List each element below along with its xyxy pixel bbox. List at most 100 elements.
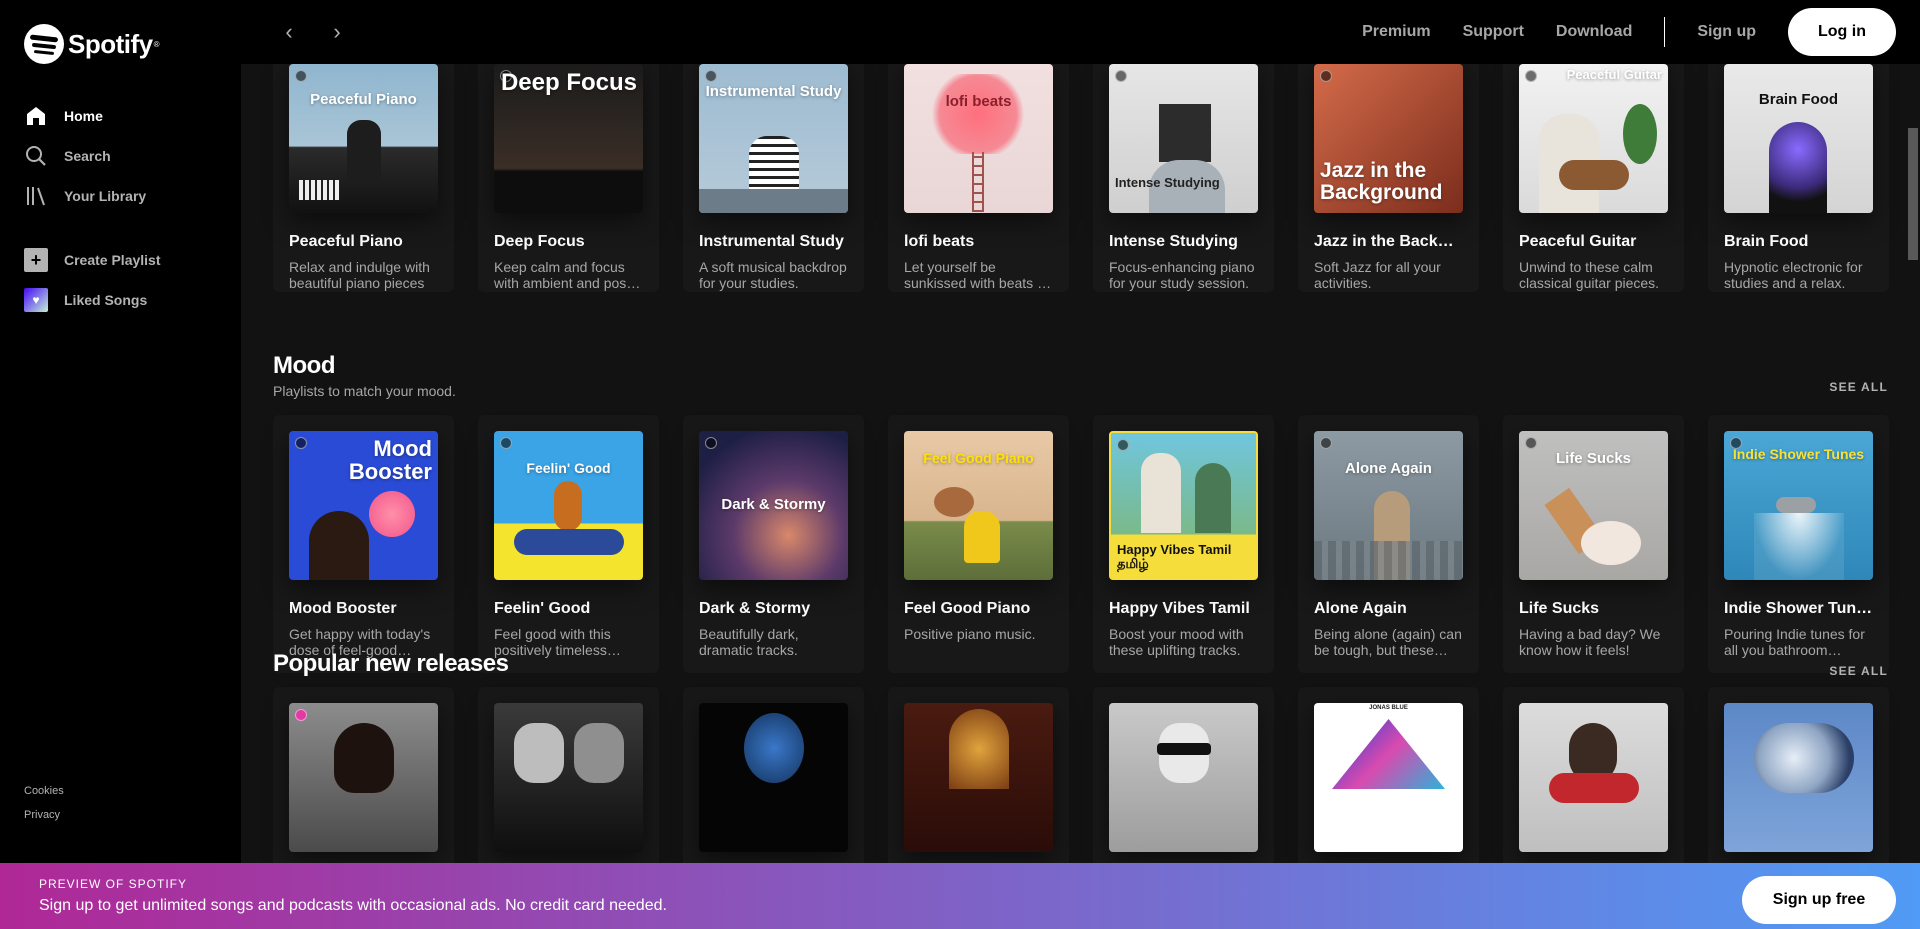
playlist-card[interactable]: Feelin' Good Feelin' Good Feel good with…: [478, 415, 659, 673]
album-card[interactable]: [1708, 687, 1889, 863]
card-title: Life Sucks: [1519, 600, 1600, 617]
spotify-badge-icon: [705, 437, 717, 449]
banner-kicker: Preview of Spotify: [39, 877, 188, 891]
playlist-card[interactable]: Brain Food Brain Food Hypnotic electroni…: [1708, 64, 1889, 292]
search-icon: [26, 146, 46, 166]
album-card[interactable]: [888, 687, 1069, 863]
cover-title: Deep Focus: [500, 69, 637, 96]
logo-trademark: ®: [153, 39, 160, 49]
preview-banner[interactable]: Preview of Spotify Sign up to get unlimi…: [0, 863, 1920, 929]
cover-title: Indie Shower Tunes: [1732, 446, 1865, 462]
spotify-logo[interactable]: Spotify ®: [24, 24, 160, 64]
premium-link[interactable]: Premium: [1362, 23, 1430, 41]
section-title-releases[interactable]: Popular new releases: [273, 650, 509, 678]
section-title-mood[interactable]: Mood: [273, 352, 335, 380]
privacy-link[interactable]: Privacy: [24, 809, 64, 821]
card-description: Positive piano music.: [904, 626, 1036, 642]
playlist-card[interactable]: Intense Studying Intense Studying Focus-…: [1093, 64, 1274, 292]
card-description: Let yourself be sunkissed with beats to …: [904, 259, 1049, 291]
playlist-card[interactable]: lofi beats lofi beats Let yourself be su…: [888, 64, 1069, 292]
playlist-cover: Feel Good Piano: [904, 431, 1053, 580]
playlist-cover: Peaceful Guitar: [1519, 64, 1668, 213]
playlist-card[interactable]: Peaceful Piano Peaceful Piano Relax and …: [273, 64, 454, 292]
card-description: Feel good with this positively timeless …: [494, 626, 611, 658]
back-button[interactable]: ‹: [273, 16, 305, 48]
login-button[interactable]: Log in: [1788, 8, 1896, 56]
cover-title: Mood Booster: [348, 436, 432, 485]
playlist-card[interactable]: Feel Good Piano Feel Good Piano Positive…: [888, 415, 1069, 673]
card-title: Happy Vibes Tamil: [1109, 600, 1250, 617]
main-scrollbar[interactable]: [1906, 64, 1920, 863]
library-icon: [27, 187, 45, 206]
top-bar: ‹ › Premium Support Download Sign up Log…: [241, 0, 1920, 64]
scrollbar-thumb[interactable]: [1908, 128, 1918, 260]
card-description: Being alone (again) can be tough, but th…: [1314, 626, 1462, 658]
card-title: Mood Booster: [289, 600, 397, 617]
sidebar-nav: Home Search Your Library + Create Playli…: [24, 96, 224, 320]
playlist-card[interactable]: Instrumental Study Instrumental Study A …: [683, 64, 864, 292]
releases-row: JONAS BLUE: [273, 687, 1913, 863]
card-description: Soft Jazz for all your activities.: [1314, 259, 1441, 291]
playlist-card[interactable]: Mood Booster Mood Booster Get happy with…: [273, 415, 454, 673]
cookies-link[interactable]: Cookies: [24, 785, 64, 797]
cover-title: Intense Studying: [1115, 175, 1220, 190]
spotify-badge-icon: [1320, 437, 1332, 449]
sidebar-item-label: Search: [64, 148, 111, 164]
sidebar-item-search[interactable]: Search: [24, 136, 224, 176]
section-subtitle-mood: Playlists to match your mood.: [273, 383, 456, 399]
signup-link[interactable]: Sign up: [1697, 23, 1756, 41]
playlist-card[interactable]: Life Sucks Life Sucks Having a bad day? …: [1503, 415, 1684, 673]
download-link[interactable]: Download: [1556, 23, 1632, 41]
support-link[interactable]: Support: [1463, 23, 1524, 41]
see-all-releases-link[interactable]: SEE ALL: [1829, 664, 1888, 678]
album-card[interactable]: JONAS BLUE: [1298, 687, 1479, 863]
sidebar-item-home[interactable]: Home: [24, 96, 224, 136]
signup-free-button[interactable]: Sign up free: [1742, 876, 1896, 924]
playlist-card[interactable]: Indie Shower Tunes Indie Shower Tunes Po…: [1708, 415, 1889, 673]
chevron-left-icon: ‹: [285, 19, 293, 44]
playlist-card[interactable]: Peaceful Guitar Peaceful Guitar Unwind t…: [1503, 64, 1684, 292]
top-nav: Premium Support Download Sign up Log in: [1330, 8, 1896, 56]
logo-text: Spotify: [68, 28, 153, 59]
chevron-right-icon: ›: [333, 19, 341, 44]
playlist-card[interactable]: Happy Vibes Tamil தமிழ் Happy Vibes Tami…: [1093, 415, 1274, 673]
create-playlist-label: Create Playlist: [64, 252, 161, 268]
focus-row: Peaceful Piano Peaceful Piano Relax and …: [273, 64, 1913, 292]
banner-text: Sign up to get unlimited songs and podca…: [39, 897, 667, 914]
playlist-cover: Indie Shower Tunes: [1724, 431, 1873, 580]
card-description: Focus-enhancing piano for your study ses…: [1109, 259, 1255, 291]
card-description: Pouring Indie tunes for all you bathroom…: [1724, 626, 1865, 658]
playlist-card[interactable]: Alone Again Alone Again Being alone (aga…: [1298, 415, 1479, 673]
card-title: Peaceful Piano: [289, 233, 403, 250]
album-card[interactable]: [1503, 687, 1684, 863]
card-description: Unwind to these calm classical guitar pi…: [1519, 259, 1660, 291]
see-all-mood-link[interactable]: SEE ALL: [1829, 380, 1888, 394]
playlist-cover: Mood Booster: [289, 431, 438, 580]
playlist-cover: Dark & Stormy: [699, 431, 848, 580]
card-title: Indie Shower Tunes: [1724, 600, 1873, 617]
cover-title: JONAS BLUE: [1369, 705, 1408, 711]
forward-button[interactable]: ›: [321, 16, 353, 48]
card-description: Relax and indulge with beautiful piano p…: [289, 259, 430, 291]
card-description: Beautifully dark, dramatic tracks.: [699, 626, 799, 658]
album-card[interactable]: [1093, 687, 1274, 863]
liked-songs-button[interactable]: ♥ Liked Songs: [24, 280, 224, 320]
cover-title: Dark & Stormy: [721, 496, 826, 513]
playlist-card[interactable]: Dark & Stormy Dark & Stormy Beautifully …: [683, 415, 864, 673]
album-card[interactable]: [478, 687, 659, 863]
playlist-cover: Happy Vibes Tamil தமிழ்: [1109, 431, 1258, 580]
album-cover: [699, 703, 848, 852]
legal-links: Cookies Privacy: [24, 785, 64, 833]
playlist-card[interactable]: Deep Focus Deep Focus Keep calm and focu…: [478, 64, 659, 292]
album-card[interactable]: [683, 687, 864, 863]
playlist-card[interactable]: Jazz in the Background Jazz in the Backg…: [1298, 64, 1479, 292]
card-title: Feelin' Good: [494, 600, 591, 617]
create-playlist-button[interactable]: + Create Playlist: [24, 240, 224, 280]
card-title: Deep Focus: [494, 233, 585, 250]
card-description: Keep calm and focus with ambient and pos…: [494, 259, 635, 291]
card-title: lofi beats: [904, 233, 975, 250]
card-description: Hypnotic electronic for studies and a re…: [1724, 259, 1863, 291]
sidebar-item-library[interactable]: Your Library: [24, 176, 224, 216]
album-card[interactable]: [273, 687, 454, 863]
card-title: Jazz in the Background: [1314, 233, 1463, 250]
